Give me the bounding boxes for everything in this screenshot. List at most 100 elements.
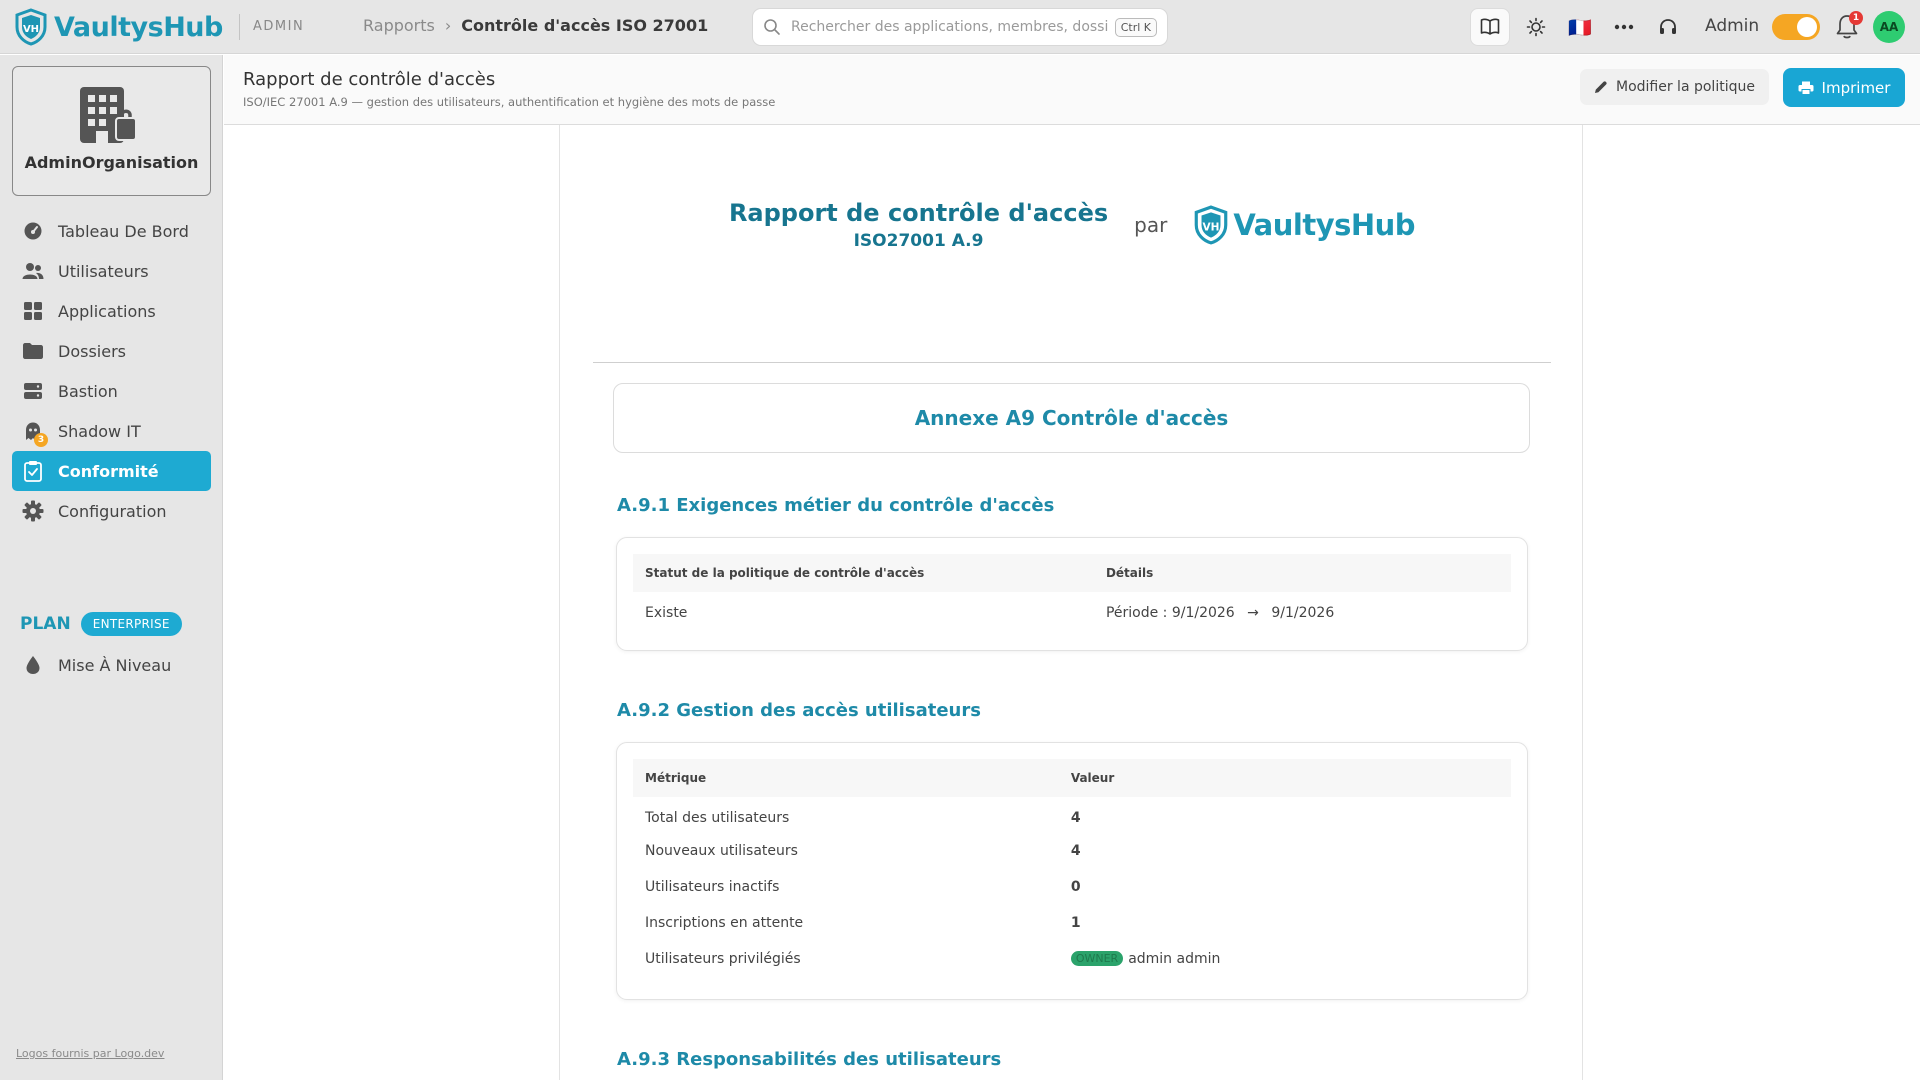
column-header: Détails xyxy=(1093,554,1511,592)
support-button[interactable] xyxy=(1648,8,1688,46)
avatar[interactable]: AA xyxy=(1873,11,1905,43)
top-bar: VH VaultysHub ADMIN Rapports › Contrôle … xyxy=(0,0,1920,54)
plan-label: PLAN xyxy=(20,614,71,634)
report-heading: Rapport de contrôle d'accès ISO27001 A.9 xyxy=(729,199,1108,251)
search-icon xyxy=(764,19,780,35)
sidebar-item-shadow-it[interactable]: 3 Shadow IT xyxy=(12,411,211,451)
france-flag-icon: 🇫🇷 xyxy=(1568,16,1592,39)
user-access-table: Métrique Valeur Total des utilisateurs 4… xyxy=(633,759,1511,977)
edit-policy-label: Modifier la politique xyxy=(1616,79,1755,95)
sidebar-item-upgrade[interactable]: Mise À Niveau xyxy=(12,645,211,685)
sidebar-item-users[interactable]: Utilisateurs xyxy=(12,251,211,291)
more-dots-icon xyxy=(1614,24,1634,30)
sidebar-item-folders[interactable]: Dossiers xyxy=(12,331,211,371)
report-standard: ISO27001 A.9 xyxy=(853,231,984,251)
page-subtitle: ISO/IEC 27001 A.9 — gestion des utilisat… xyxy=(243,95,776,109)
search-box[interactable]: Ctrl K xyxy=(752,8,1168,46)
plan-section: PLAN ENTERPRISE xyxy=(20,612,182,636)
print-label: Imprimer xyxy=(1821,78,1891,97)
sidebar-item-label: Conformité xyxy=(58,461,159,481)
privileged-user-name: admin admin xyxy=(1128,951,1221,967)
app-logo[interactable]: VH VaultysHub xyxy=(14,8,223,46)
logo-dev-link[interactable]: Logos fournis par Logo.dev xyxy=(16,1047,164,1060)
page-title: Rapport de contrôle d'accès xyxy=(243,69,496,90)
language-button[interactable]: 🇫🇷 xyxy=(1560,8,1600,46)
more-button[interactable] xyxy=(1604,8,1644,46)
report-header: Rapport de contrôle d'accès ISO27001 A.9… xyxy=(560,199,1582,251)
sidebar-item-label: Utilisateurs xyxy=(58,261,149,281)
gear-icon xyxy=(22,500,44,522)
sidebar-item-label: Bastion xyxy=(58,381,118,401)
org-name: AdminOrganisation xyxy=(24,153,199,172)
building-lock-icon xyxy=(79,87,137,143)
admin-tag: ADMIN xyxy=(253,19,305,34)
server-icon xyxy=(22,380,44,402)
column-header: Valeur xyxy=(1058,759,1511,797)
section-a91-card: Statut de la politique de contrôle d'acc… xyxy=(616,537,1528,651)
owner-role-badge: OWNER xyxy=(1070,951,1124,966)
table-row: Inscriptions en attente 1 xyxy=(633,905,1511,941)
clipboard-check-icon xyxy=(22,460,44,482)
sidebar-item-configuration[interactable]: Configuration xyxy=(12,491,211,531)
sidebar-item-dashboard[interactable]: Tableau De Bord xyxy=(12,211,211,251)
column-header: Statut de la politique de contrôle d'acc… xyxy=(633,554,1094,592)
metric-cell: Utilisateurs privilégiés xyxy=(645,951,801,967)
apps-grid-icon xyxy=(22,300,44,322)
headset-icon xyxy=(1660,19,1676,34)
folder-icon xyxy=(22,340,44,362)
pencil-icon xyxy=(1595,81,1607,93)
metric-cell: Nouveaux utilisateurs xyxy=(645,843,798,859)
sidebar-item-applications[interactable]: Applications xyxy=(12,291,211,331)
section-a91-title: A.9.1 Exigences métier du contrôle d'acc… xyxy=(617,495,1055,516)
period-end: 9/1/2026 xyxy=(1271,605,1335,621)
breadcrumb-parent[interactable]: Rapports xyxy=(363,16,435,35)
upgrade-link-wrapper: Mise À Niveau xyxy=(12,645,211,685)
shadow-it-badge: 3 xyxy=(34,433,48,447)
value-cell: 1 xyxy=(1070,915,1081,931)
svg-text:VH: VH xyxy=(1203,221,1220,233)
dashboard-icon xyxy=(22,220,44,242)
breadcrumb-current: Contrôle d'accès ISO 27001 xyxy=(461,16,709,35)
arrow-right-icon: → xyxy=(1247,605,1259,621)
svg-text:VH: VH xyxy=(23,24,39,35)
users-icon xyxy=(22,260,44,282)
sidebar-item-compliance[interactable]: Conformité xyxy=(12,451,211,491)
section-a93-title: A.9.3 Responsabilités des utilisateurs xyxy=(617,1049,1002,1070)
value-cell: 4 xyxy=(1070,843,1081,859)
metric-cell: Inscriptions en attente xyxy=(645,915,804,931)
sidebar-nav: Tableau De Bord Utilisateurs Application… xyxy=(12,211,211,531)
report-title: Rapport de contrôle d'accès xyxy=(728,199,1109,227)
table-row: Existe Période : 9/1/2026 → 9/1/2026 xyxy=(633,592,1511,628)
table-row: Utilisateurs privilégiés OWNER admin admi… xyxy=(633,941,1511,977)
docs-button[interactable] xyxy=(1470,8,1510,46)
print-button[interactable]: Imprimer xyxy=(1783,68,1905,107)
edit-policy-button[interactable]: Modifier la politique xyxy=(1580,69,1769,105)
sidebar-item-label: Mise À Niveau xyxy=(58,655,172,675)
section-a92-title: A.9.2 Gestion des accès utilisateurs xyxy=(617,700,981,721)
column-header: Métrique xyxy=(633,759,1059,797)
plan-badge: ENTERPRISE xyxy=(80,612,182,636)
value-cell: 4 xyxy=(1070,810,1081,826)
sidebar-item-bastion[interactable]: Bastion xyxy=(12,371,211,411)
brand-name: VaultysHub xyxy=(54,11,223,43)
policy-status-cell: Existe xyxy=(645,605,688,621)
policy-period-cell: Période : 9/1/2026 → 9/1/2026 xyxy=(1094,592,1511,628)
org-switcher[interactable]: AdminOrganisation xyxy=(12,66,211,196)
theme-toggle-button[interactable] xyxy=(1516,8,1556,46)
table-header-row: Statut de la politique de contrôle d'acc… xyxy=(633,554,1511,592)
user-role-label: Admin xyxy=(1705,16,1760,36)
sidebar-item-label: Tableau De Bord xyxy=(58,221,189,241)
breadcrumb-separator: › xyxy=(444,16,452,35)
search-input[interactable] xyxy=(791,19,1109,35)
sidebar-item-label: Configuration xyxy=(58,501,167,521)
period-start: 9/1/2026 xyxy=(1171,605,1235,621)
value-cell: 0 xyxy=(1070,879,1081,895)
table-row: Nouveaux utilisateurs 4 xyxy=(633,833,1511,869)
table-row: Total des utilisateurs 4 xyxy=(633,797,1511,833)
admin-mode-toggle[interactable] xyxy=(1772,14,1820,40)
metric-cell: Total des utilisateurs xyxy=(645,810,790,826)
drop-icon xyxy=(22,654,44,676)
metric-cell: Utilisateurs inactifs xyxy=(645,879,780,895)
report-brand-logo: VH VaultysHub xyxy=(1193,205,1416,245)
shield-logo-icon: VH xyxy=(1195,205,1228,245)
